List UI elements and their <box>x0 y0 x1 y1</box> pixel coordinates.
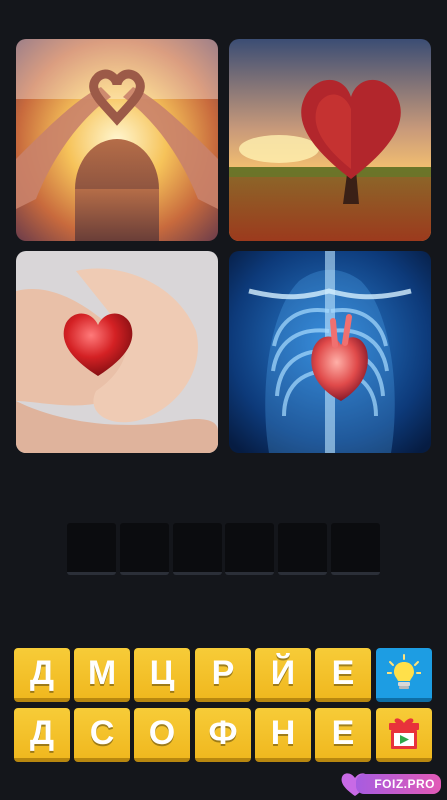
letter-key[interactable]: Н <box>255 708 311 762</box>
answer-slot-1[interactable] <box>67 523 116 575</box>
answer-slot-2[interactable] <box>120 523 169 575</box>
red-heart-in-hands-photo <box>16 251 218 453</box>
picture-3[interactable] <box>16 251 218 453</box>
answer-slots <box>67 523 380 575</box>
hint-button[interactable] <box>376 648 432 702</box>
letter-key[interactable]: Р <box>195 648 251 702</box>
answer-slot-5[interactable] <box>278 523 327 575</box>
anatomical-heart-xray-photo <box>229 251 431 453</box>
letter-key[interactable]: Д <box>14 648 70 702</box>
watch-video-button[interactable] <box>376 708 432 762</box>
letter-key[interactable]: С <box>74 708 130 762</box>
watermark: FOIZ.PRO <box>340 770 441 798</box>
heart-shaped-tree-photo <box>229 39 431 241</box>
letter-key[interactable]: Й <box>255 648 311 702</box>
letter-keyboard: Д М Ц Р Й Е Д С О Ф Н Е <box>14 648 434 768</box>
gift-video-icon <box>389 718 419 749</box>
heart-hands-sunset-photo <box>16 39 218 241</box>
picture-grid <box>0 0 447 460</box>
picture-4[interactable] <box>229 251 431 453</box>
picture-1[interactable] <box>16 39 218 241</box>
lightbulb-icon <box>387 654 421 689</box>
letter-key[interactable]: М <box>74 648 130 702</box>
letter-key[interactable]: Ц <box>134 648 190 702</box>
picture-2[interactable] <box>229 39 431 241</box>
answer-slot-6[interactable] <box>331 523 380 575</box>
letter-key[interactable]: Д <box>14 708 70 762</box>
letter-key[interactable]: Ф <box>195 708 251 762</box>
letter-key[interactable]: О <box>134 708 190 762</box>
answer-slot-3[interactable] <box>173 523 222 575</box>
answer-slot-4[interactable] <box>225 523 274 575</box>
letter-key[interactable]: Е <box>315 708 371 762</box>
watermark-text: FOIZ.PRO <box>356 774 441 794</box>
letter-key[interactable]: Е <box>315 648 371 702</box>
